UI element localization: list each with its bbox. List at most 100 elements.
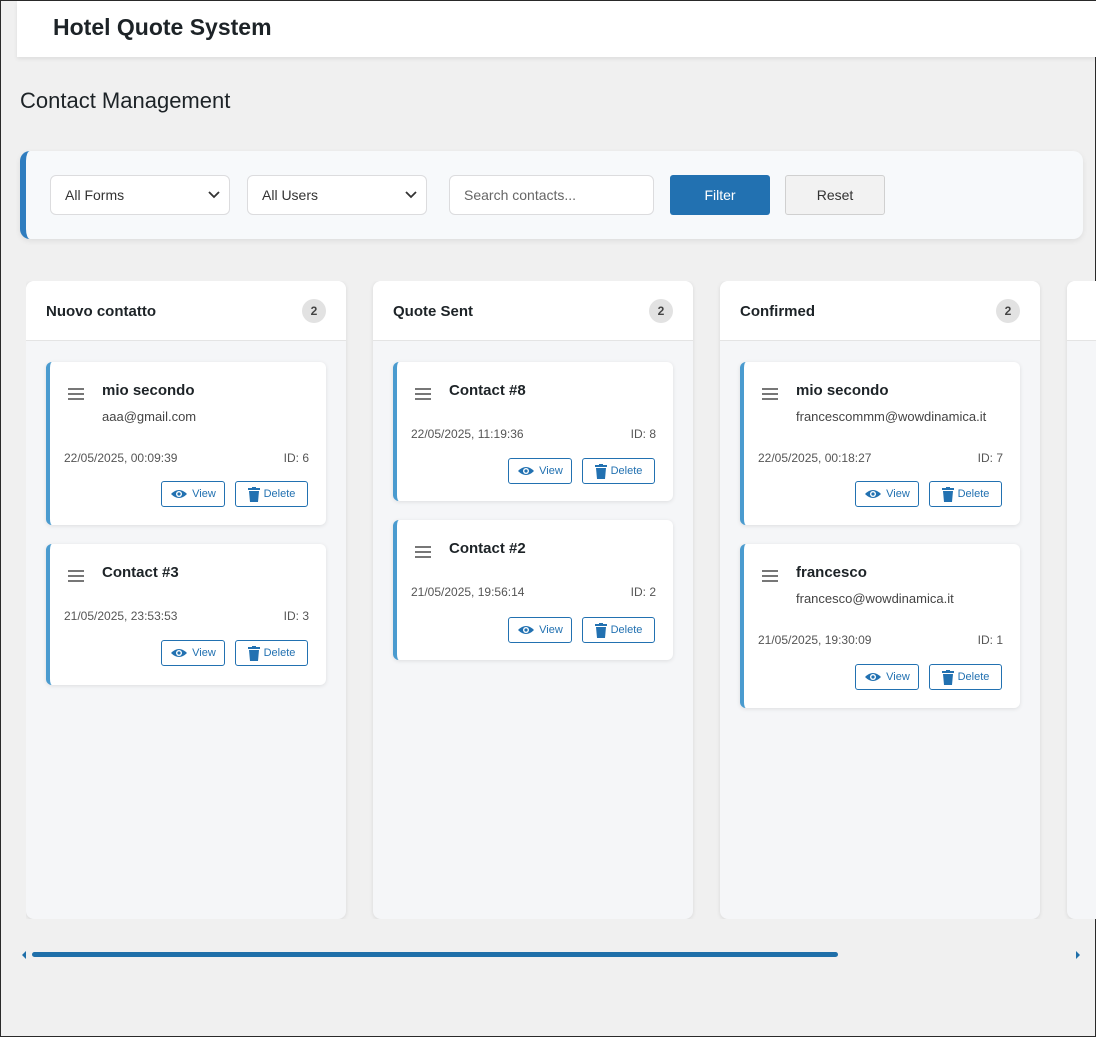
- delete-label: Delete: [263, 488, 296, 500]
- filter-button[interactable]: Filter: [670, 175, 770, 215]
- contact-email: francescommm@wowdinamica.it: [796, 409, 987, 424]
- contact-id: ID: 3: [283, 609, 309, 623]
- users-select-value: All Users: [262, 187, 319, 203]
- view-label: View: [539, 624, 563, 636]
- column-header: Quote Sent 2: [373, 281, 693, 341]
- reset-button[interactable]: Reset: [785, 175, 885, 215]
- drag-handle-icon[interactable]: [68, 388, 84, 400]
- page-title: Contact Management: [20, 88, 231, 113]
- trash-icon: [247, 486, 260, 502]
- horizontal-scrollbar-thumb[interactable]: [32, 952, 838, 957]
- view-label: View: [192, 647, 216, 659]
- contact-card[interactable]: mio secondo francescommm@wowdinamica.it …: [740, 362, 1020, 525]
- drag-handle-icon[interactable]: [68, 570, 84, 582]
- view-label: View: [886, 671, 910, 683]
- scroll-left-arrow-icon[interactable]: [21, 951, 27, 959]
- column-title: Quote Sent: [393, 303, 474, 320]
- drag-handle-icon[interactable]: [415, 388, 431, 400]
- delete-button[interactable]: Delete: [582, 458, 655, 484]
- delete-label: Delete: [957, 488, 990, 500]
- scroll-right-arrow-icon[interactable]: [1075, 951, 1081, 959]
- contact-name: Contact #2: [449, 540, 526, 557]
- column-quote-sent: Quote Sent 2 Contact #8 22/05/2025, 11:1…: [373, 281, 693, 919]
- column-header: [1067, 281, 1096, 341]
- top-bar: Hotel Quote System: [17, 1, 1096, 57]
- delete-button[interactable]: Delete: [235, 481, 308, 507]
- contact-card[interactable]: mio secondo aaa@gmail.com 22/05/2025, 00…: [46, 362, 326, 525]
- view-label: View: [886, 488, 910, 500]
- contact-date: 21/05/2025, 19:56:14: [411, 585, 525, 599]
- column-partial: [1067, 281, 1096, 919]
- view-button[interactable]: View: [855, 664, 919, 690]
- trash-icon: [941, 669, 954, 685]
- eye-icon: [518, 626, 535, 634]
- column-confirmed: Confirmed 2 mio secondo francescommm@wow…: [720, 281, 1040, 919]
- contact-name: francesco: [796, 564, 867, 581]
- contact-name: mio secondo: [796, 382, 889, 399]
- eye-icon: [865, 490, 882, 498]
- delete-label: Delete: [610, 465, 643, 477]
- drag-handle-icon[interactable]: [762, 570, 778, 582]
- contact-date: 22/05/2025, 11:19:36: [411, 427, 524, 441]
- eye-icon: [865, 673, 882, 681]
- view-button[interactable]: View: [855, 481, 919, 507]
- contact-date: 21/05/2025, 23:53:53: [64, 609, 178, 623]
- delete-button[interactable]: Delete: [582, 617, 655, 643]
- view-label: View: [539, 465, 563, 477]
- contact-date: 22/05/2025, 00:09:39: [64, 451, 178, 465]
- view-button[interactable]: View: [508, 617, 572, 643]
- contact-id: ID: 8: [630, 427, 656, 441]
- delete-label: Delete: [610, 624, 643, 636]
- eye-icon: [518, 467, 535, 475]
- contact-card[interactable]: Contact #8 22/05/2025, 11:19:36 ID: 8 Vi…: [393, 362, 673, 501]
- delete-button[interactable]: Delete: [929, 481, 1002, 507]
- contact-name: mio secondo: [102, 382, 195, 399]
- forms-select-value: All Forms: [65, 187, 125, 203]
- view-label: View: [192, 488, 216, 500]
- forms-select[interactable]: All Forms: [50, 175, 230, 215]
- column-nuovo-contatto: Nuovo contatto 2 mio secondo aaa@gmail.c…: [26, 281, 346, 919]
- contact-card[interactable]: Contact #2 21/05/2025, 19:56:14 ID: 2 Vi…: [393, 520, 673, 660]
- eye-icon: [171, 490, 188, 498]
- chevron-down-icon: [405, 191, 417, 199]
- kanban-board: Nuovo contatto 2 mio secondo aaa@gmail.c…: [26, 281, 1096, 919]
- contact-email: aaa@gmail.com: [102, 409, 197, 424]
- delete-label: Delete: [957, 671, 990, 683]
- contact-name: Contact #3: [102, 564, 179, 581]
- contact-date: 22/05/2025, 00:18:27: [758, 451, 872, 465]
- search-input[interactable]: [449, 175, 654, 215]
- column-title: Confirmed: [740, 303, 815, 320]
- drag-handle-icon[interactable]: [415, 546, 431, 558]
- contact-id: ID: 6: [283, 451, 309, 465]
- column-title: Nuovo contatto: [46, 303, 156, 320]
- view-button[interactable]: View: [508, 458, 572, 484]
- chevron-down-icon: [208, 191, 220, 199]
- trash-icon: [594, 463, 607, 479]
- trash-icon: [941, 486, 954, 502]
- contact-email: francesco@wowdinamica.it: [796, 591, 954, 606]
- contact-id: ID: 7: [977, 451, 1003, 465]
- contact-name: Contact #8: [449, 382, 526, 399]
- eye-icon: [171, 649, 188, 657]
- trash-icon: [594, 622, 607, 638]
- trash-icon: [247, 645, 260, 661]
- column-header: Nuovo contatto 2: [26, 281, 346, 341]
- column-header: Confirmed 2: [720, 281, 1040, 341]
- view-button[interactable]: View: [161, 481, 225, 507]
- drag-handle-icon[interactable]: [762, 388, 778, 400]
- column-count-badge: 2: [649, 299, 673, 323]
- filter-bar: All Forms All Users Filter Reset: [20, 151, 1083, 239]
- users-select[interactable]: All Users: [247, 175, 427, 215]
- delete-button[interactable]: Delete: [929, 664, 1002, 690]
- contact-id: ID: 2: [630, 585, 656, 599]
- contact-card[interactable]: Contact #3 21/05/2025, 23:53:53 ID: 3 Vi…: [46, 544, 326, 685]
- column-count-badge: 2: [302, 299, 326, 323]
- column-count-badge: 2: [996, 299, 1020, 323]
- app-title: Hotel Quote System: [53, 14, 272, 40]
- delete-label: Delete: [263, 647, 296, 659]
- contact-date: 21/05/2025, 19:30:09: [758, 633, 872, 647]
- contact-id: ID: 1: [977, 633, 1003, 647]
- view-button[interactable]: View: [161, 640, 225, 666]
- contact-card[interactable]: francesco francesco@wowdinamica.it 21/05…: [740, 544, 1020, 708]
- delete-button[interactable]: Delete: [235, 640, 308, 666]
